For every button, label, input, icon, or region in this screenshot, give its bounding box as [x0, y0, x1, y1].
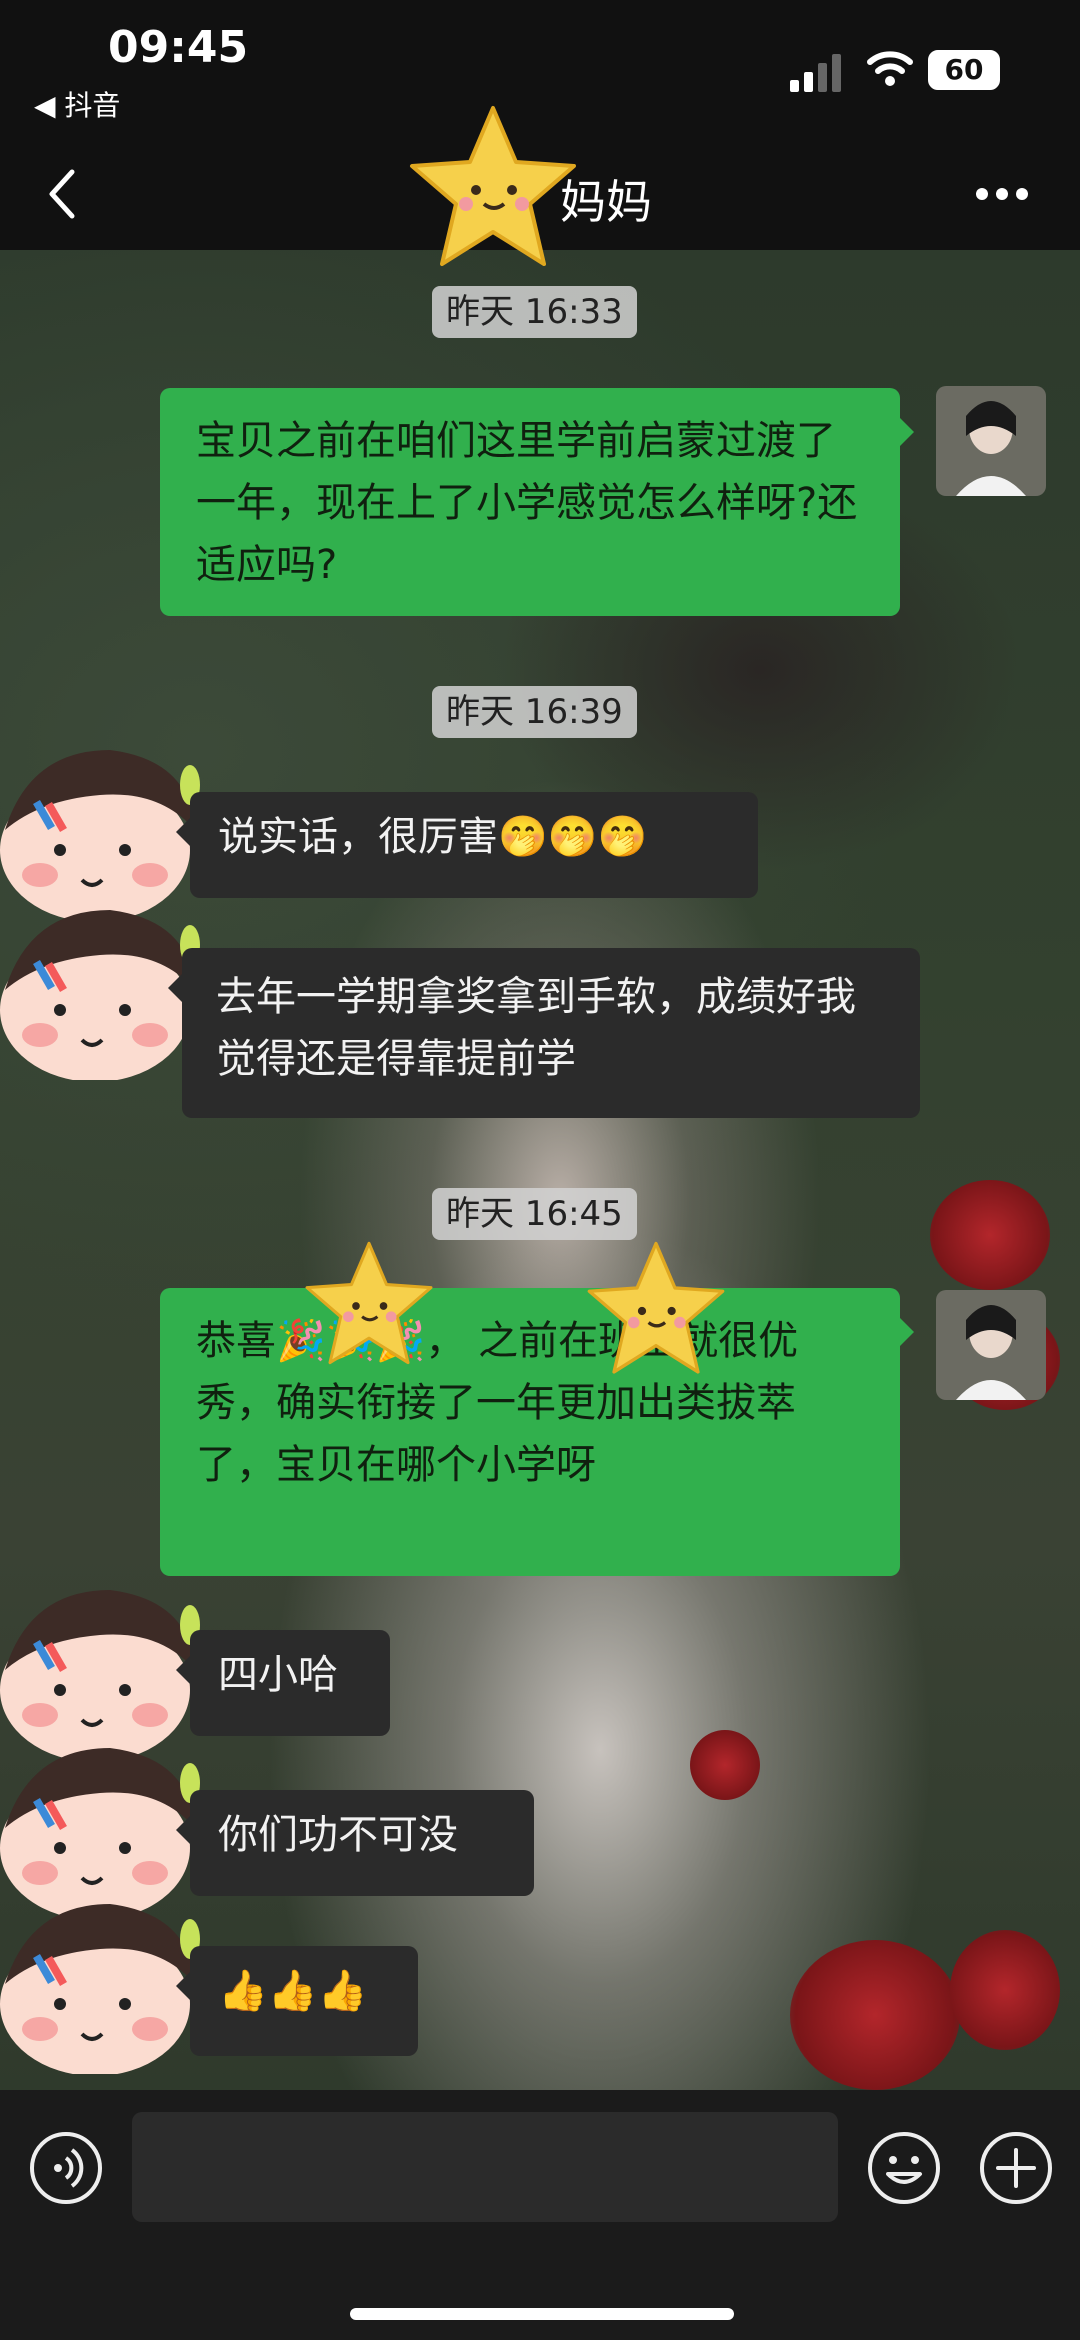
- timestamp: 昨天 16:39: [432, 686, 637, 738]
- voice-icon[interactable]: [28, 2130, 104, 2206]
- input-bar: [0, 2090, 1080, 2340]
- contact-avatar[interactable]: [0, 1580, 200, 1762]
- plus-icon[interactable]: [978, 2130, 1054, 2206]
- message-text: 恭喜: [196, 1318, 276, 1364]
- message-emoji: 👍👍👍: [218, 1968, 368, 2014]
- outgoing-message[interactable]: 宝贝之前在咱们这里学前启蒙过渡了一年，现在上了小学感觉怎么样呀?还适应吗?: [160, 388, 914, 616]
- home-indicator[interactable]: [350, 2308, 734, 2320]
- star-sticker: [305, 1241, 433, 1365]
- message-emoji: 🤭🤭🤭: [498, 814, 648, 860]
- status-time: 09:45: [108, 22, 249, 73]
- incoming-message[interactable]: 👍👍👍: [176, 1946, 418, 2056]
- incoming-message[interactable]: 说实话，很厉害🤭🤭🤭: [176, 792, 758, 898]
- message-input[interactable]: [132, 2112, 838, 2222]
- message-text: 说实话，很厉害: [218, 814, 498, 860]
- my-avatar[interactable]: [936, 1290, 1046, 1400]
- contact-avatar[interactable]: [0, 1738, 200, 1920]
- my-avatar[interactable]: [936, 386, 1046, 496]
- chevron-left-icon[interactable]: [44, 164, 80, 224]
- contact-avatar[interactable]: [0, 740, 200, 922]
- smiley-icon[interactable]: [866, 2130, 942, 2206]
- back-to-app-link[interactable]: ◀ 抖音: [34, 84, 120, 124]
- wifi-icon: [867, 51, 913, 86]
- timestamp: 昨天 16:45: [432, 1188, 637, 1240]
- outgoing-message[interactable]: 恭喜🎉🎉🎉， 之前在班上就很优秀，确实衔接了一年更加出类拔萃了，宝贝在哪个小学呀: [160, 1288, 914, 1576]
- star-sticker: [587, 1241, 725, 1374]
- message-text: 四小哈: [218, 1652, 338, 1698]
- message-text: 宝贝之前在咱们这里学前启蒙过渡了一年，现在上了小学感觉怎么样呀?还适应吗?: [196, 418, 858, 588]
- signal-icon: [790, 54, 841, 92]
- incoming-message[interactable]: 去年一学期拿奖拿到手软，成绩好我觉得还是得靠提前学: [168, 948, 920, 1118]
- timestamp: 昨天 16:33: [432, 286, 637, 338]
- star-sticker: [410, 106, 576, 266]
- incoming-message[interactable]: 四小哈: [176, 1630, 390, 1736]
- more-dots-icon[interactable]: [974, 186, 1030, 202]
- contact-avatar[interactable]: [0, 1894, 200, 2076]
- message-text: 去年一学期拿奖拿到手软，成绩好我觉得还是得靠提前学: [216, 974, 856, 1082]
- battery-indicator: 60: [928, 50, 1000, 90]
- incoming-message[interactable]: 你们功不可没: [176, 1790, 534, 1896]
- message-text: 你们功不可没: [218, 1812, 458, 1858]
